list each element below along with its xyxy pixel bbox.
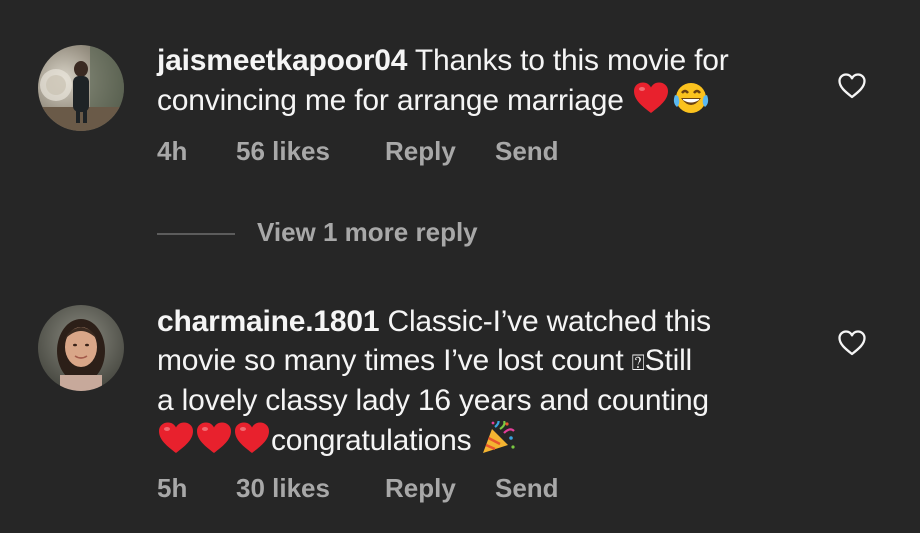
avatar[interactable] bbox=[38, 305, 124, 391]
comment-body: congratulations bbox=[271, 423, 480, 457]
red-heart-icon bbox=[233, 421, 271, 466]
heart-outline-icon bbox=[838, 73, 866, 99]
comment-body: Classic-I’ve watched this bbox=[379, 305, 711, 338]
likes-count[interactable]: 30 likes bbox=[236, 473, 330, 504]
like-button[interactable] bbox=[836, 327, 868, 359]
view-more-replies-label[interactable]: View 1 more reply bbox=[257, 217, 478, 248]
like-button[interactable] bbox=[836, 70, 868, 102]
comment-time: 5h bbox=[157, 473, 188, 503]
comment-body: movie so many times I’ve lost count bbox=[157, 343, 632, 377]
comment-username[interactable]: jaismeetkapoor04 bbox=[157, 44, 407, 77]
heart-outline-icon bbox=[838, 330, 866, 356]
comment-body: Still bbox=[644, 343, 693, 377]
likes-count[interactable]: 56 likes bbox=[236, 136, 330, 167]
reply-button[interactable]: Reply bbox=[385, 136, 456, 167]
send-button[interactable]: Send bbox=[495, 136, 559, 167]
avatar-photo bbox=[38, 45, 124, 131]
red-heart-icon bbox=[157, 421, 195, 466]
avatar-photo bbox=[38, 305, 124, 391]
view-more-replies[interactable]: View 1 more reply bbox=[157, 210, 557, 258]
comment-body: a lovely classy lady 16 years and counti… bbox=[157, 384, 709, 417]
tears-of-joy-icon bbox=[672, 81, 710, 126]
red-heart-icon bbox=[632, 81, 670, 126]
comment-item: jaismeetkapoor04 Thanks to this movie fo… bbox=[0, 0, 920, 200]
comment-item: charmaine.1801 Classic-I’ve watched this… bbox=[0, 290, 920, 530]
send-button[interactable]: Send bbox=[495, 473, 559, 504]
divider-line bbox=[157, 233, 235, 235]
comment-text: jaismeetkapoor04 Thanks to this movie fo… bbox=[157, 42, 817, 125]
party-popper-icon bbox=[480, 418, 516, 466]
comment-username[interactable]: charmaine.1801 bbox=[157, 305, 380, 338]
comment-time: 4h bbox=[157, 136, 188, 166]
avatar[interactable] bbox=[38, 45, 124, 131]
reply-button[interactable]: Reply bbox=[385, 473, 456, 504]
red-heart-icon bbox=[195, 421, 233, 466]
comment-text: charmaine.1801 Classic-I’ve watched this… bbox=[157, 303, 817, 465]
missing-glyph: ⍰ bbox=[631, 349, 645, 375]
